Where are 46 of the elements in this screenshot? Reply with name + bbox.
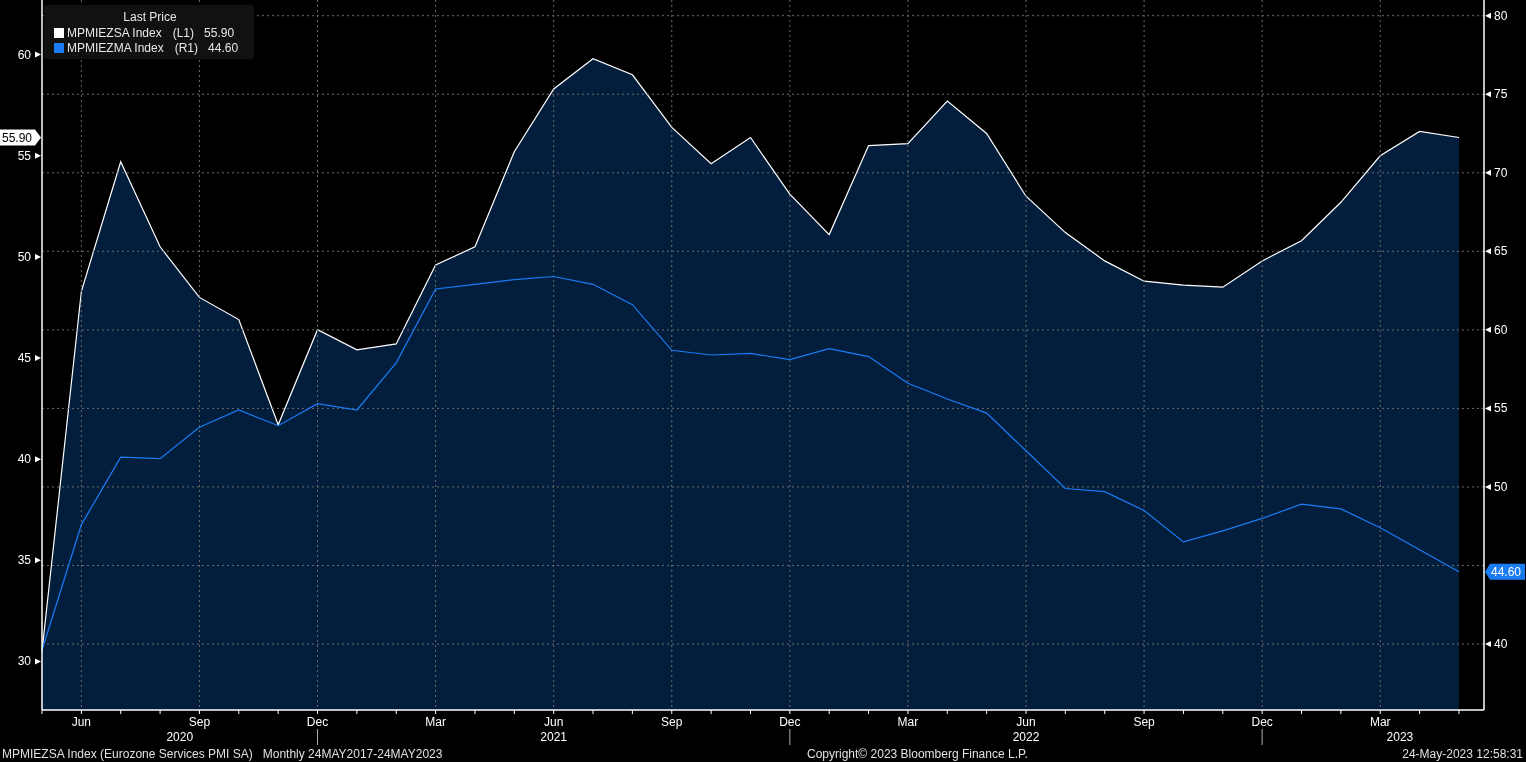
- copyright-text: Copyright© 2023 Bloomberg Finance L.P.: [807, 747, 1029, 761]
- x-axis-label: Sep: [188, 715, 211, 729]
- x-axis-label: Jun: [544, 715, 564, 729]
- y-axis-label: 50: [17, 249, 31, 264]
- legend-value: 55.90: [204, 25, 235, 40]
- y-axis-label: 80: [1494, 8, 1508, 23]
- y-axis-label: 65: [1494, 244, 1508, 259]
- x-axis-label: Dec: [779, 715, 801, 729]
- x-axis-label: Jun: [1016, 715, 1036, 729]
- year-label: 2023: [1386, 730, 1414, 744]
- year-label: 2020: [166, 730, 194, 744]
- footer-text: Monthly 24MAY2017-24MAY2023: [262, 747, 443, 761]
- year-label: 2022: [1012, 730, 1040, 744]
- y-axis-label: 40: [17, 452, 31, 467]
- y-axis-label: 40: [1494, 637, 1508, 652]
- timestamp: 24-May-2023 12:58:31: [1402, 747, 1523, 761]
- y-axis-label: 60: [1494, 322, 1508, 337]
- x-axis-label: Sep: [1133, 715, 1155, 729]
- year-label: 2021: [540, 730, 568, 744]
- y-axis-label: 60: [17, 47, 31, 62]
- x-axis-label: Mar: [425, 715, 446, 729]
- y-axis-label: 35: [17, 553, 31, 568]
- x-axis-label: Mar: [897, 715, 919, 729]
- y-axis-label: 75: [1494, 87, 1508, 102]
- x-axis-label: Mar: [1369, 715, 1391, 729]
- x-axis-label: Dec: [306, 715, 329, 729]
- last-value-tag: 44.60: [1485, 563, 1525, 580]
- legend-series-name: MPMIEZMA Index: [67, 40, 164, 55]
- y-axis-label: 45: [17, 351, 31, 366]
- legend-swatch-icon: [54, 42, 64, 53]
- y-axis-label: 30: [17, 654, 31, 669]
- y-axis-label: 50: [1494, 479, 1508, 494]
- legend-swatch-icon: [54, 27, 64, 38]
- legend-value: 44.60: [208, 40, 239, 55]
- y-axis-label: 55: [17, 148, 31, 163]
- legend-series-name: MPMIEZSA Index: [67, 25, 162, 40]
- x-axis-label: Jun: [71, 715, 92, 729]
- legend-title: Last Price: [122, 10, 178, 24]
- y-axis-label: 70: [1494, 165, 1508, 180]
- footer-text: MPMIEZSA Index (Eurozone Services PMI SA): [2, 747, 253, 761]
- x-axis-label: Dec: [1251, 715, 1273, 729]
- x-axis-label: Sep: [661, 715, 683, 729]
- last-value-tag: 55.90: [0, 129, 41, 146]
- y-axis-label: 55: [1494, 401, 1508, 416]
- legend-axis: (R1): [174, 40, 199, 55]
- legend-axis: (L1): [172, 25, 195, 40]
